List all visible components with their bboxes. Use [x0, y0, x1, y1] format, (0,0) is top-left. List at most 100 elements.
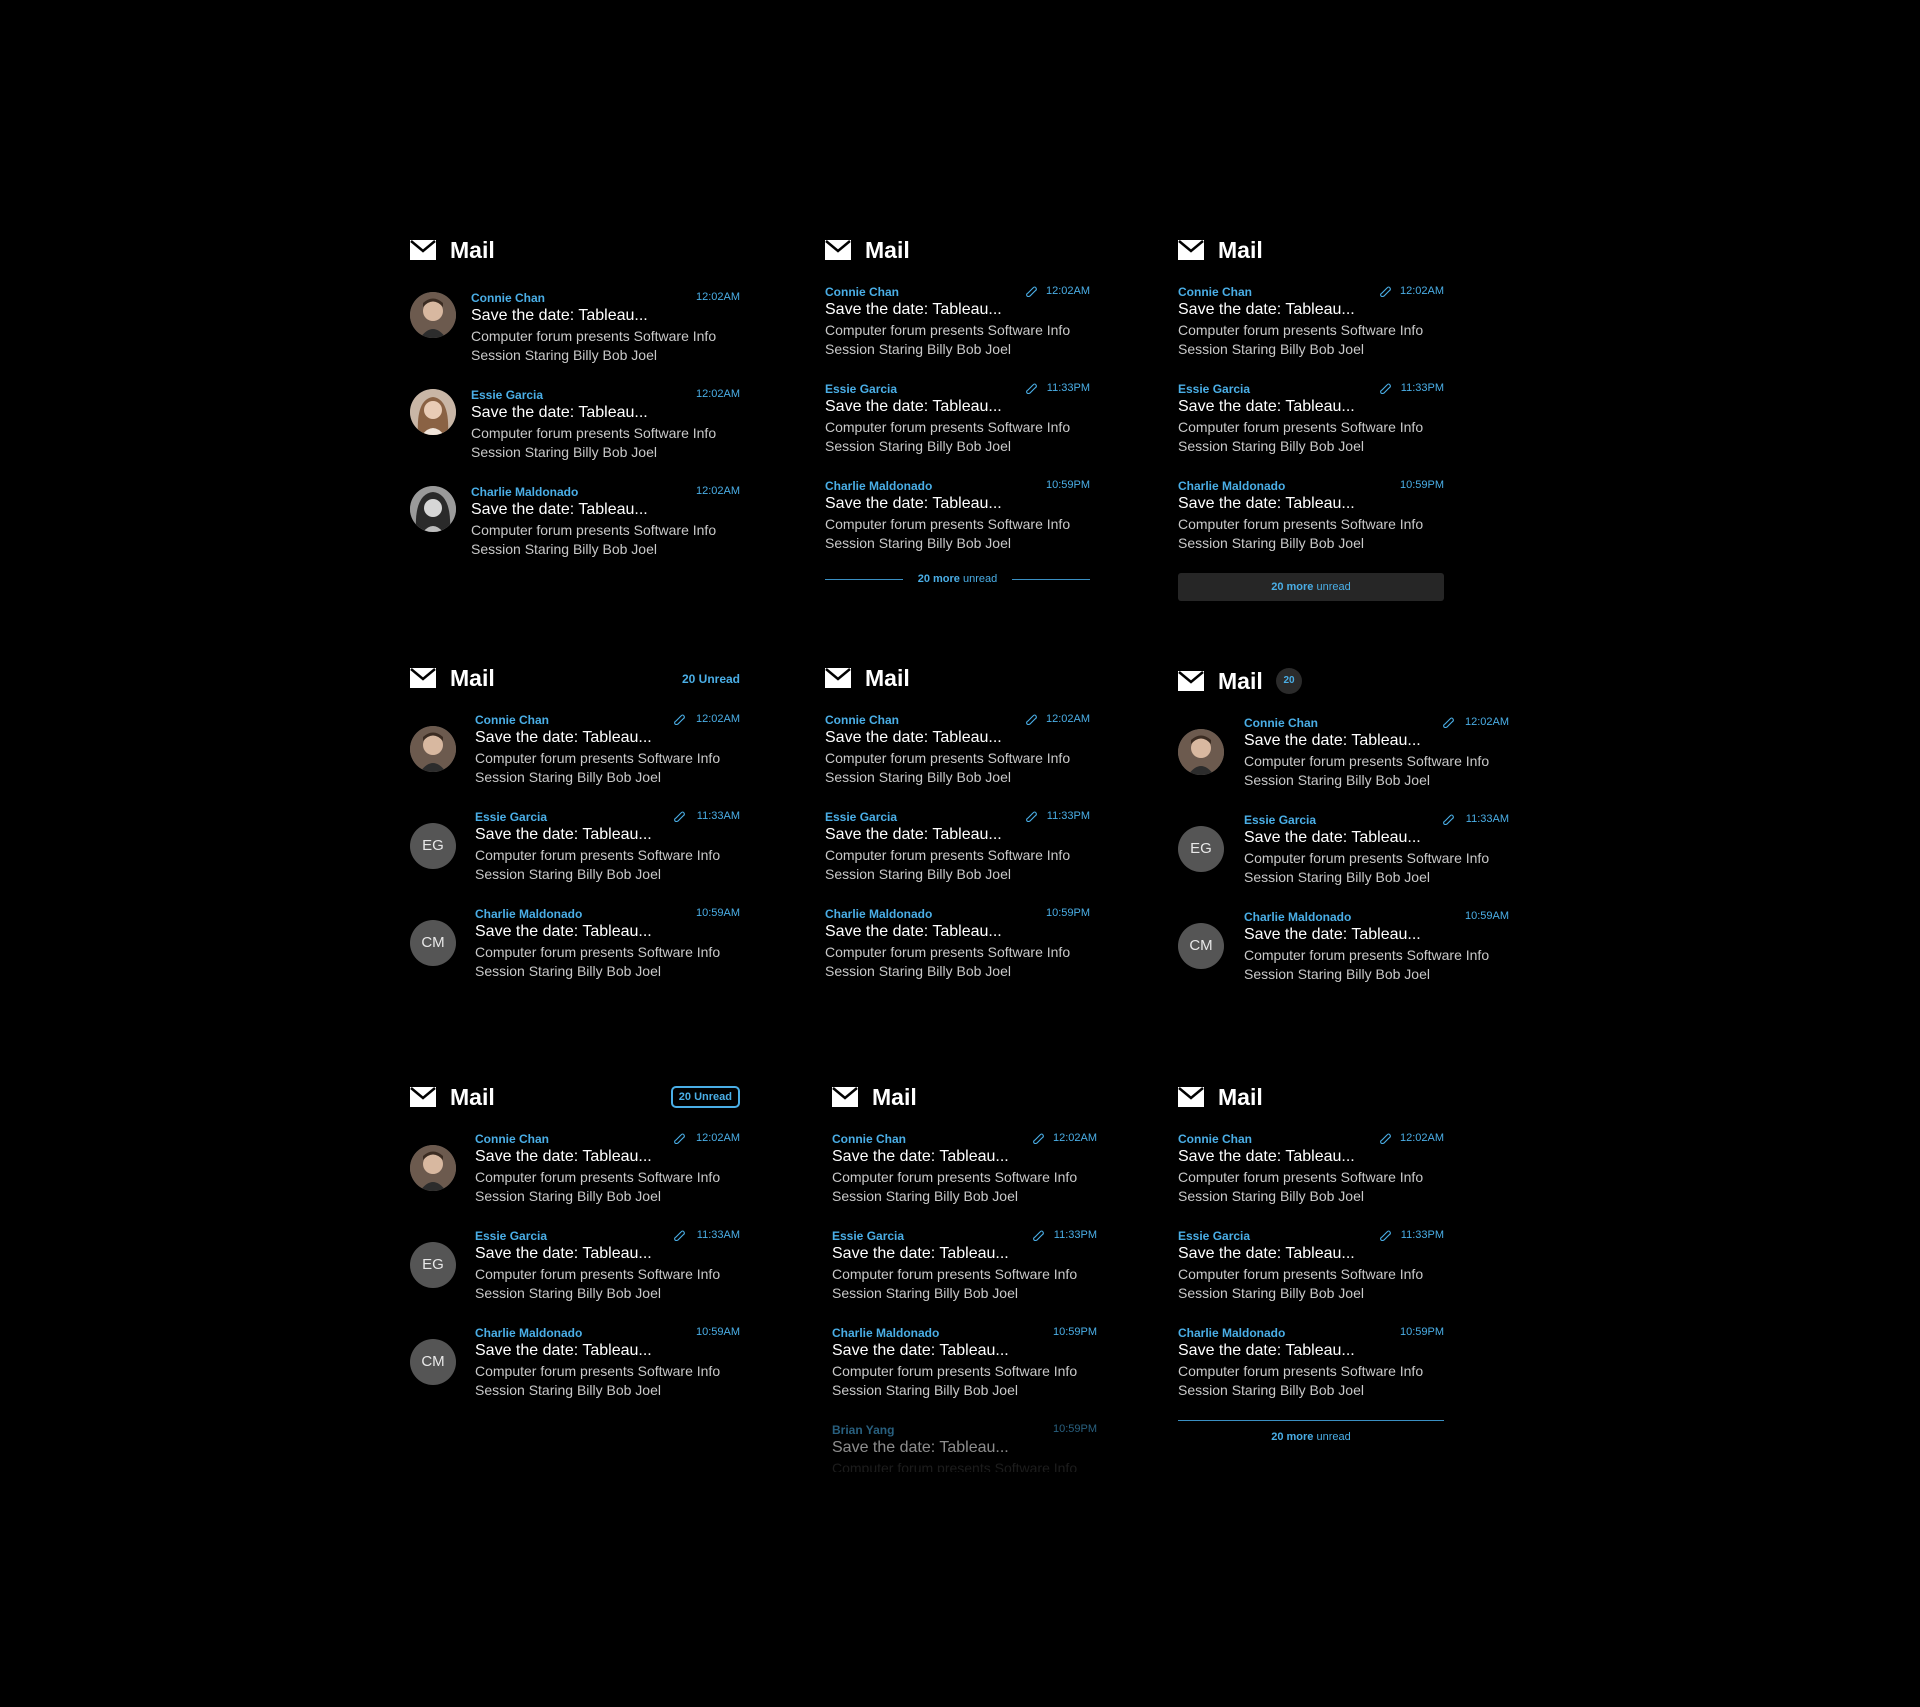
- message-preview: Computer forum presents Software Info Se…: [475, 1169, 721, 1204]
- message-item[interactable]: Essie Garcia 11:33PM Save the date: Tabl…: [1178, 381, 1444, 461]
- widget-title: Mail: [1218, 237, 1263, 263]
- timestamp: 10:59PM: [1399, 479, 1444, 491]
- widget-header: Mail: [1178, 236, 1578, 266]
- message-subject: Save the date: Tableau...: [1244, 732, 1421, 749]
- avatar-initials: EG: [410, 823, 456, 869]
- divider: [825, 579, 903, 580]
- timestamp: 10:59PM: [1052, 1423, 1097, 1435]
- message-preview: Computer forum presents Software Info Se…: [825, 944, 1071, 979]
- message-item[interactable]: EG Essie Garcia 11:33AM Save the date: T…: [410, 1228, 740, 1308]
- more-unread-button[interactable]: 20 more unread: [1178, 573, 1444, 601]
- timestamp: 11:33PM: [1053, 1229, 1097, 1241]
- avatar: [410, 726, 456, 772]
- message-item[interactable]: Connie Chan 12:02AM Save the date: Table…: [1178, 715, 1509, 795]
- mail-icon: [1178, 1087, 1204, 1107]
- message-item[interactable]: Essie Garcia 11:33PM Save the date: Tabl…: [825, 381, 1090, 461]
- message-preview: Computer forum presents Software Info Se…: [471, 328, 717, 363]
- message-subject: Save the date: Tableau...: [475, 729, 652, 746]
- timestamp: 10:59PM: [1052, 1326, 1097, 1338]
- message-subject: Save the date: Tableau...: [1178, 1342, 1355, 1359]
- sender-name: Connie Chan: [1178, 1132, 1252, 1146]
- message-item[interactable]: Essie Garcia 12:02AM Save the date: Tabl…: [410, 387, 740, 467]
- message-preview: Computer forum presents Software Info Se…: [825, 750, 1071, 785]
- message-item[interactable]: EG Essie Garcia 11:33AM Save the date: T…: [410, 809, 740, 889]
- message-subject: Save the date: Tableau...: [1178, 1148, 1355, 1165]
- mail-icon: [410, 240, 436, 260]
- timestamp: 10:59AM: [1464, 910, 1509, 922]
- timestamp: 12:02AM: [1045, 713, 1090, 725]
- more-suffix: unread: [1313, 1431, 1351, 1443]
- message-item[interactable]: Connie Chan 12:02AM Save the date: Table…: [410, 712, 740, 792]
- message-item[interactable]: Essie Garcia 11:33PM Save the date: Tabl…: [832, 1228, 1097, 1308]
- mail-icon: [410, 668, 436, 688]
- timestamp: 10:59AM: [695, 907, 740, 919]
- widget-header: Mail: [825, 236, 1225, 266]
- message-item[interactable]: EG Essie Garcia 11:33AM Save the date: T…: [1178, 812, 1509, 892]
- more-count: 20 more: [1271, 1431, 1314, 1443]
- more-unread-link[interactable]: 20 more unread: [1178, 1430, 1444, 1444]
- message-subject: Save the date: Tableau...: [832, 1342, 1009, 1359]
- message-item[interactable]: Connie Chan 12:02AM Save the date: Table…: [410, 290, 740, 370]
- sender-name: Essie Garcia: [1178, 1229, 1251, 1243]
- message-item-partial[interactable]: Brian Yang 10:59PM Save the date: Tablea…: [832, 1422, 1097, 1472]
- more-suffix: unread: [1313, 581, 1351, 593]
- message-item[interactable]: Charlie Maldonado 10:59PM Save the date:…: [825, 906, 1090, 986]
- divider: [1178, 1420, 1444, 1421]
- timestamp: 12:02AM: [1399, 1132, 1444, 1144]
- sender-name: Charlie Maldonado: [825, 907, 933, 921]
- widget-title: Mail: [450, 1084, 495, 1110]
- sender-name: Charlie Maldonado: [825, 479, 933, 493]
- message-item[interactable]: Connie Chan 12:02AM Save the date: Table…: [832, 1131, 1097, 1211]
- avatar: [410, 486, 456, 532]
- message-item[interactable]: Connie Chan 12:02AM Save the date: Table…: [1178, 284, 1444, 364]
- message-item[interactable]: CM Charlie Maldonado 10:59AM Save the da…: [410, 1325, 740, 1405]
- more-count: 20 more: [1271, 581, 1314, 593]
- mail-icon: [1178, 240, 1204, 260]
- message-item[interactable]: Charlie Maldonado 12:02AM Save the date:…: [410, 484, 740, 564]
- message-subject: Save the date: Tableau...: [1244, 926, 1421, 943]
- message-item[interactable]: Connie Chan 12:02AM Save the date: Table…: [1178, 1131, 1444, 1211]
- message-subject: Save the date: Tableau...: [832, 1245, 1009, 1262]
- attachment-icon: [673, 1228, 685, 1242]
- divider: [1012, 579, 1090, 580]
- sender-name: Charlie Maldonado: [471, 485, 579, 499]
- unread-badge[interactable]: 20: [1276, 668, 1302, 694]
- message-item[interactable]: CM Charlie Maldonado 10:59AM Save the da…: [1178, 909, 1509, 989]
- attachment-icon: [673, 1131, 685, 1145]
- message-item[interactable]: Essie Garcia 11:33PM Save the date: Tabl…: [1178, 1228, 1444, 1308]
- message-item[interactable]: Charlie Maldonado 10:59PM Save the date:…: [1178, 478, 1444, 558]
- message-preview: Computer forum presents Software Info Se…: [475, 847, 721, 882]
- message-item[interactable]: Connie Chan 12:02AM Save the date: Table…: [825, 712, 1090, 792]
- unread-count-badge[interactable]: 20 Unread: [670, 1086, 740, 1108]
- avatar-initials: EG: [1178, 826, 1224, 872]
- attachment-icon: [1379, 381, 1391, 395]
- widget-title: Mail: [872, 1084, 917, 1110]
- attachment-icon: [1379, 284, 1391, 298]
- unread-count-label[interactable]: 20 Unread: [682, 671, 740, 687]
- message-item[interactable]: Connie Chan 12:02AM Save the date: Table…: [410, 1131, 740, 1211]
- attachment-icon: [1379, 1228, 1391, 1242]
- message-preview: Computer forum presents Software Info Se…: [1178, 1266, 1424, 1301]
- message-subject: Save the date: Tableau...: [825, 729, 1002, 746]
- sender-name: Connie Chan: [475, 1132, 549, 1146]
- message-item[interactable]: CM Charlie Maldonado 10:59AM Save the da…: [410, 906, 740, 986]
- sender-name: Essie Garcia: [471, 388, 544, 402]
- message-subject: Save the date: Tableau...: [1178, 398, 1355, 415]
- message-item[interactable]: Charlie Maldonado 10:59PM Save the date:…: [1178, 1325, 1444, 1405]
- message-subject: Save the date: Tableau...: [832, 1439, 1009, 1456]
- message-preview: Computer forum presents Software Info Se…: [832, 1169, 1078, 1204]
- more-count: 20 more: [917, 573, 960, 585]
- message-item[interactable]: Charlie Maldonado 10:59PM Save the date:…: [825, 478, 1090, 558]
- widget-header: Mail: [825, 664, 1225, 694]
- widget-title: Mail: [1218, 668, 1263, 694]
- message-subject: Save the date: Tableau...: [825, 495, 1002, 512]
- attachment-icon: [1025, 712, 1037, 726]
- message-item[interactable]: Essie Garcia 11:33PM Save the date: Tabl…: [825, 809, 1090, 889]
- sender-name: Charlie Maldonado: [1244, 910, 1352, 924]
- message-preview: Computer forum presents Software Info: [832, 1460, 1078, 1472]
- timestamp: 12:02AM: [1399, 285, 1444, 297]
- more-unread-link[interactable]: 20 more unread: [905, 572, 1010, 586]
- message-item[interactable]: Charlie Maldonado 10:59PM Save the date:…: [832, 1325, 1097, 1405]
- message-item[interactable]: Connie Chan 12:02AM Save the date: Table…: [825, 284, 1090, 364]
- message-preview: Computer forum presents Software Info Se…: [832, 1363, 1078, 1398]
